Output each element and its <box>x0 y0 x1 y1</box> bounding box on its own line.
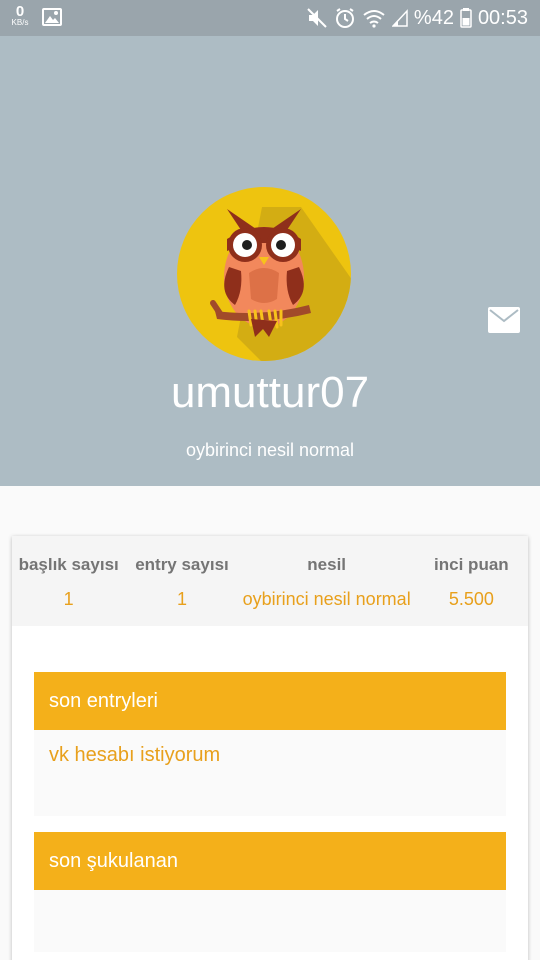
son-entryleri-list: vk hesabı istiyorum <box>34 730 506 816</box>
entry-link[interactable]: vk hesabı istiyorum <box>49 744 220 767</box>
profile-content: başlık sayısı 1 entry sayısı 1 nesil oyb… <box>0 486 540 960</box>
send-message-button[interactable] <box>488 307 520 333</box>
profile-header: umuttur07 oybirinci nesil normal <box>0 36 540 486</box>
net-speed-unit: KB/s <box>11 18 29 27</box>
wifi-icon <box>363 10 385 28</box>
image-icon <box>42 8 62 26</box>
profile-card: başlık sayısı 1 entry sayısı 1 nesil oyb… <box>12 536 528 960</box>
battery-icon <box>460 8 472 28</box>
stat-value: 1 <box>63 589 74 609</box>
signal-icon <box>391 9 408 27</box>
alarm-icon <box>335 8 354 28</box>
status-bar-right: %42 00:53 <box>306 0 528 36</box>
net-speed-indicator: 0 KB/s <box>8 4 32 27</box>
stat-nesil: nesil oybirinci nesil normal <box>239 536 415 626</box>
status-bar-left: 0 KB/s <box>8 4 62 27</box>
mute-icon <box>307 8 327 28</box>
stat-entry[interactable]: entry sayısı 1 <box>125 536 238 626</box>
stat-label: entry sayısı <box>135 555 229 574</box>
stat-value: 5.500 <box>448 589 494 609</box>
username: umuttur07 <box>170 368 370 417</box>
stat-value: oybirinci nesil normal <box>242 589 411 609</box>
stat-label: nesil <box>307 555 347 574</box>
stats-row: başlık sayısı 1 entry sayısı 1 nesil oyb… <box>12 536 528 626</box>
battery-percent: %42 <box>413 6 454 29</box>
stat-value: 1 <box>176 589 187 609</box>
net-speed-value: 0 <box>15 3 25 20</box>
avatar[interactable] <box>177 187 351 361</box>
status-bar: 0 KB/s %42 00:53 <box>0 0 540 36</box>
son-sukulanan-header: son şukulanan <box>34 832 506 890</box>
owl-avatar-icon <box>210 207 351 361</box>
stat-baslik[interactable]: başlık sayısı 1 <box>12 536 125 626</box>
son-sukulanan-list <box>34 890 506 952</box>
mail-icon <box>488 307 520 333</box>
stat-label: başlık sayısı <box>18 555 119 574</box>
clock-time: 00:53 <box>477 6 528 29</box>
son-entryleri-header: son entryleri <box>34 672 506 730</box>
nesil-subtitle: oybirinci nesil normal <box>185 440 355 460</box>
stat-inci-puan: inci puan 5.500 <box>415 536 528 626</box>
stat-label: inci puan <box>434 555 509 574</box>
